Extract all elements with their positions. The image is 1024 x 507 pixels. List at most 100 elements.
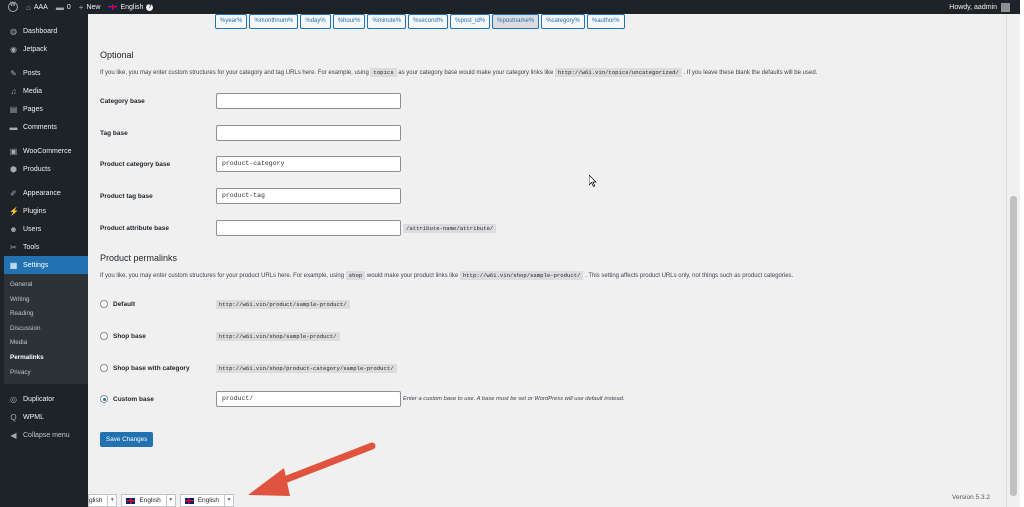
tag-minute-button[interactable]: %minute% (367, 14, 407, 29)
category-base-label: Category base (100, 98, 145, 105)
sidebar-item-settings[interactable]: ▦ Settings (4, 256, 88, 274)
product-permalinks-heading: Product permalinks (100, 253, 178, 263)
tag-monthnum-button[interactable]: %monthnum% (249, 14, 299, 29)
submenu-reading[interactable]: Reading (4, 307, 88, 322)
tag-category-button[interactable]: %category% (541, 14, 585, 29)
admin-bar: ⌂AAA ▬0 +New English? Howdy, aadmin (4, 0, 1020, 14)
media-icon: ♫ (10, 86, 17, 96)
permalink-option-custom-base[interactable]: Custom base (100, 395, 154, 403)
save-changes-button[interactable]: Save Changes (100, 432, 154, 447)
scrollbar-thumb[interactable] (1010, 196, 1017, 496)
submenu-general[interactable]: General (4, 278, 88, 293)
submenu-discussion[interactable]: Discussion (4, 322, 88, 337)
plugin-icon: ⚡ (9, 206, 19, 216)
submenu-writing[interactable]: Writing (4, 293, 88, 308)
collapse-menu-button[interactable]: ◀ Collapse menu (4, 426, 88, 444)
uk-flag-icon (184, 497, 194, 504)
wordpress-logo-icon[interactable] (8, 2, 18, 12)
shop-base-category-radio[interactable] (100, 364, 108, 372)
submenu-privacy[interactable]: Privacy (4, 366, 88, 381)
mouse-cursor-icon (589, 175, 597, 187)
tag-year-button[interactable]: %year% (215, 14, 248, 29)
tag-day-button[interactable]: %day% (300, 14, 331, 29)
product-attribute-base-label: Product attribute base (100, 225, 169, 232)
language-switcher-bar: glish ▼ English ▼ English ▼ (88, 494, 238, 507)
comment-bubble-icon: ▬ (55, 2, 64, 12)
sidebar-item-posts[interactable]: ✎ Posts (4, 64, 88, 82)
admin-sidebar: ◍ Dashboard ◉ Jetpack ✎ Posts ♫ Media ▤ Pages… (4, 14, 88, 507)
permalink-option-shop-base-category[interactable]: Shop base with category (100, 364, 190, 372)
wordpress-version: Version 5.3.2 (952, 494, 990, 501)
sidebar-item-woocommerce[interactable]: ▣ WooCommerce (4, 142, 88, 160)
uk-flag-icon (126, 497, 136, 504)
tag-postname-button[interactable]: %postname% (492, 14, 540, 29)
main-content (88, 14, 1006, 507)
sidebar-item-products[interactable]: ⬢ Products (4, 160, 88, 178)
sidebar-item-duplicator[interactable]: ◎ Duplicator (4, 390, 88, 408)
products-icon: ⬢ (10, 164, 17, 174)
sidebar-item-wpml[interactable]: Q WPML (4, 408, 88, 426)
product-permalinks-description: If you like, you may enter custom struct… (100, 271, 794, 280)
attribute-base-hint: /attribute-name/attribute/ (403, 224, 497, 233)
red-annotation-arrow-icon (248, 442, 376, 496)
tag-second-button[interactable]: %second% (408, 14, 449, 29)
plus-icon: + (78, 2, 84, 12)
woocommerce-icon: ▣ (9, 146, 18, 156)
sidebar-item-comments[interactable]: ▬ Comments (4, 118, 88, 136)
settings-submenu: General Writing Reading Discussion Media… (4, 274, 88, 385)
chevron-down-icon: ▼ (165, 495, 175, 506)
brush-icon: ✐ (10, 188, 17, 198)
comment-icon: ▬ (9, 122, 18, 132)
shop-base-example-url: http://w61.vin/shop/sample-product/ (216, 332, 340, 341)
default-example-url: http://w61.vin/product/sample-product/ (216, 300, 350, 309)
tag-hour-button[interactable]: %hour% (332, 14, 366, 29)
optional-description: If you like, you may enter custom struct… (100, 68, 818, 77)
sidebar-item-tools[interactable]: ✂ Tools (4, 238, 88, 256)
sidebar-item-media[interactable]: ♫ Media (4, 82, 88, 100)
user-account-menu[interactable]: Howdy, aadmin (949, 2, 1010, 12)
sidebar-item-users[interactable]: ☻ Users (4, 220, 88, 238)
new-content-link[interactable]: + New (79, 3, 101, 12)
permalink-option-default[interactable]: Default (100, 300, 135, 308)
chevron-down-icon: ▼ (107, 495, 116, 506)
tag-base-input[interactable] (216, 125, 401, 141)
language-switcher-1[interactable]: glish ▼ (88, 494, 118, 507)
sidebar-item-pages[interactable]: ▤ Pages (4, 100, 88, 118)
structure-tag-buttons: %year% %monthnum% %day% %hour% %minute% … (215, 14, 627, 29)
submenu-media[interactable]: Media (4, 336, 88, 351)
product-attribute-base-input[interactable] (216, 220, 401, 236)
shop-base-radio[interactable] (100, 332, 108, 340)
language-switcher-3[interactable]: English ▼ (179, 494, 235, 507)
wpml-icon: Q (10, 412, 17, 422)
pages-icon: ▤ (9, 104, 18, 114)
pin-icon: ✎ (10, 68, 17, 78)
product-tag-base-input[interactable]: product-tag (216, 188, 401, 204)
help-icon[interactable]: ? (146, 3, 154, 11)
product-tag-base-label: Product tag base (100, 193, 153, 200)
language-switcher[interactable]: English? (108, 3, 154, 11)
sidebar-item-appearance[interactable]: ✐ Appearance (4, 184, 88, 202)
submenu-permalinks[interactable]: Permalinks (4, 351, 88, 366)
page-scrollbar[interactable] (1006, 14, 1020, 507)
tag-author-button[interactable]: %author% (586, 14, 625, 29)
dashboard-icon: ◍ (10, 26, 17, 36)
default-radio[interactable] (100, 300, 108, 308)
site-name-link[interactable]: ⌂ AAA (26, 3, 48, 12)
home-icon: ⌂ (26, 2, 31, 12)
sidebar-item-dashboard[interactable]: ◍ Dashboard (4, 22, 88, 40)
product-category-base-input[interactable]: product-category (216, 156, 401, 172)
shop-base-category-example-url: http://w61.vin/shop/product-category/sam… (216, 364, 397, 373)
uk-flag-icon (108, 4, 118, 10)
category-base-input[interactable] (216, 93, 401, 109)
tag-base-label: Tag base (100, 130, 128, 137)
custom-base-input[interactable]: product/ (216, 391, 401, 407)
tag-post-id-button[interactable]: %post_id% (450, 14, 491, 29)
custom-base-radio[interactable] (100, 395, 108, 403)
comments-link[interactable]: ▬ 0 (56, 3, 71, 12)
jetpack-icon: ◉ (10, 44, 17, 54)
permalink-option-shop-base[interactable]: Shop base (100, 332, 146, 340)
optional-heading: Optional (100, 50, 134, 60)
sidebar-item-jetpack[interactable]: ◉ Jetpack (4, 40, 88, 58)
language-switcher-2[interactable]: English ▼ (121, 494, 176, 507)
sidebar-item-plugins[interactable]: ⚡ Plugins (4, 202, 88, 220)
